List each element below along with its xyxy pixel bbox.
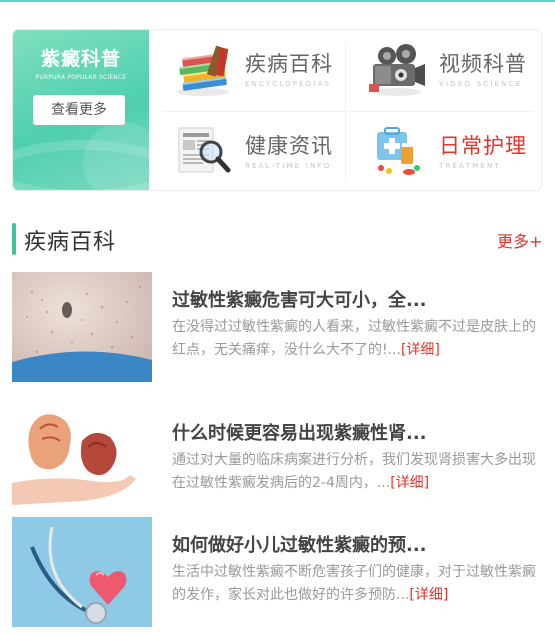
article-summary: 通过对大量的临床病案进行分析，我们发现肾损害大多出现在过敏性紫癜发病后的2-4周… bbox=[172, 452, 536, 491]
category-card: 紫癜科普 PURPURA POPULAR SCIENCE 查看更多 疾病百科 E… bbox=[12, 29, 542, 191]
category-subtitle: VIDEO SCIENCE bbox=[439, 80, 523, 88]
view-more-button[interactable]: 查看更多 bbox=[33, 95, 125, 125]
category-label: 视频科普 bbox=[439, 52, 527, 76]
category-health-info[interactable]: 健康资讯 REAL-TIME INFO bbox=[153, 112, 349, 190]
promo-decoration bbox=[83, 122, 163, 190]
section-accent-bar bbox=[12, 223, 16, 255]
promo-title: 紫癜科普 bbox=[40, 48, 121, 70]
article-thumbnail bbox=[12, 272, 152, 382]
article-title[interactable]: 过敏性紫癜危害可大可小，全... bbox=[172, 286, 532, 312]
category-subtitle: TREATMENT bbox=[439, 162, 501, 170]
article-item[interactable]: 过敏性紫癜危害可大可小，全... 在没得过过敏性紫癜的人看来，过敏性紫癜不过是皮… bbox=[12, 272, 547, 382]
medical-kit-icon bbox=[377, 127, 420, 175]
category-subtitle: ENCYCLOPEDIAS bbox=[245, 80, 332, 88]
article-item[interactable]: 什么时候更容易出现紫癜性肾... 通过对大量的临床病案进行分析，我们发现肾损害大… bbox=[12, 405, 547, 515]
detail-link[interactable]: [详细] bbox=[409, 587, 448, 603]
section-title: 疾病百科 bbox=[24, 230, 117, 255]
top-accent-line bbox=[0, 0, 555, 2]
books-icon bbox=[177, 45, 229, 96]
article-summary: 生活中过敏性紫癜不断危害孩子们的健康，对于过敏性紫癜的发作，家长对此也做好的许多… bbox=[172, 564, 536, 603]
category-subtitle: REAL-TIME INFO bbox=[245, 162, 332, 170]
article-title[interactable]: 什么时候更容易出现紫癜性肾... bbox=[172, 419, 532, 445]
category-label: 日常护理 bbox=[439, 134, 527, 158]
category-daily-care[interactable]: 日常护理 TREATMENT bbox=[347, 112, 541, 190]
detail-link[interactable]: [详细] bbox=[401, 342, 440, 358]
article-item[interactable]: 如何做好小儿过敏性紫癜的预... 生活中过敏性紫癜不断危害孩子们的健康，对于过敏… bbox=[12, 517, 547, 627]
article-thumbnail bbox=[12, 517, 152, 627]
promo-banner[interactable]: 紫癜科普 PURPURA POPULAR SCIENCE 查看更多 bbox=[13, 30, 173, 190]
more-link[interactable]: 更多+ bbox=[497, 228, 542, 252]
detail-link[interactable]: [详细] bbox=[390, 475, 429, 491]
article-title[interactable]: 如何做好小儿过敏性紫癜的预... bbox=[172, 531, 532, 557]
category-label: 疾病百科 bbox=[245, 52, 333, 76]
article-thumbnail bbox=[12, 405, 152, 515]
promo-subtitle: PURPURA POPULAR SCIENCE bbox=[35, 74, 127, 81]
category-video[interactable]: 视频科普 VIDEO SCIENCE bbox=[347, 30, 541, 110]
category-encyclopedia[interactable]: 疾病百科 ENCYCLOPEDIAS bbox=[153, 30, 349, 110]
newspaper-magnifier-icon bbox=[178, 127, 231, 173]
article-summary: 在没得过过敏性紫癜的人看来，过敏性紫癜不过是皮肤上的红点，无关痛痒，没什么大不了… bbox=[172, 319, 536, 358]
category-label: 健康资讯 bbox=[245, 134, 333, 158]
film-camera-icon bbox=[369, 44, 425, 96]
